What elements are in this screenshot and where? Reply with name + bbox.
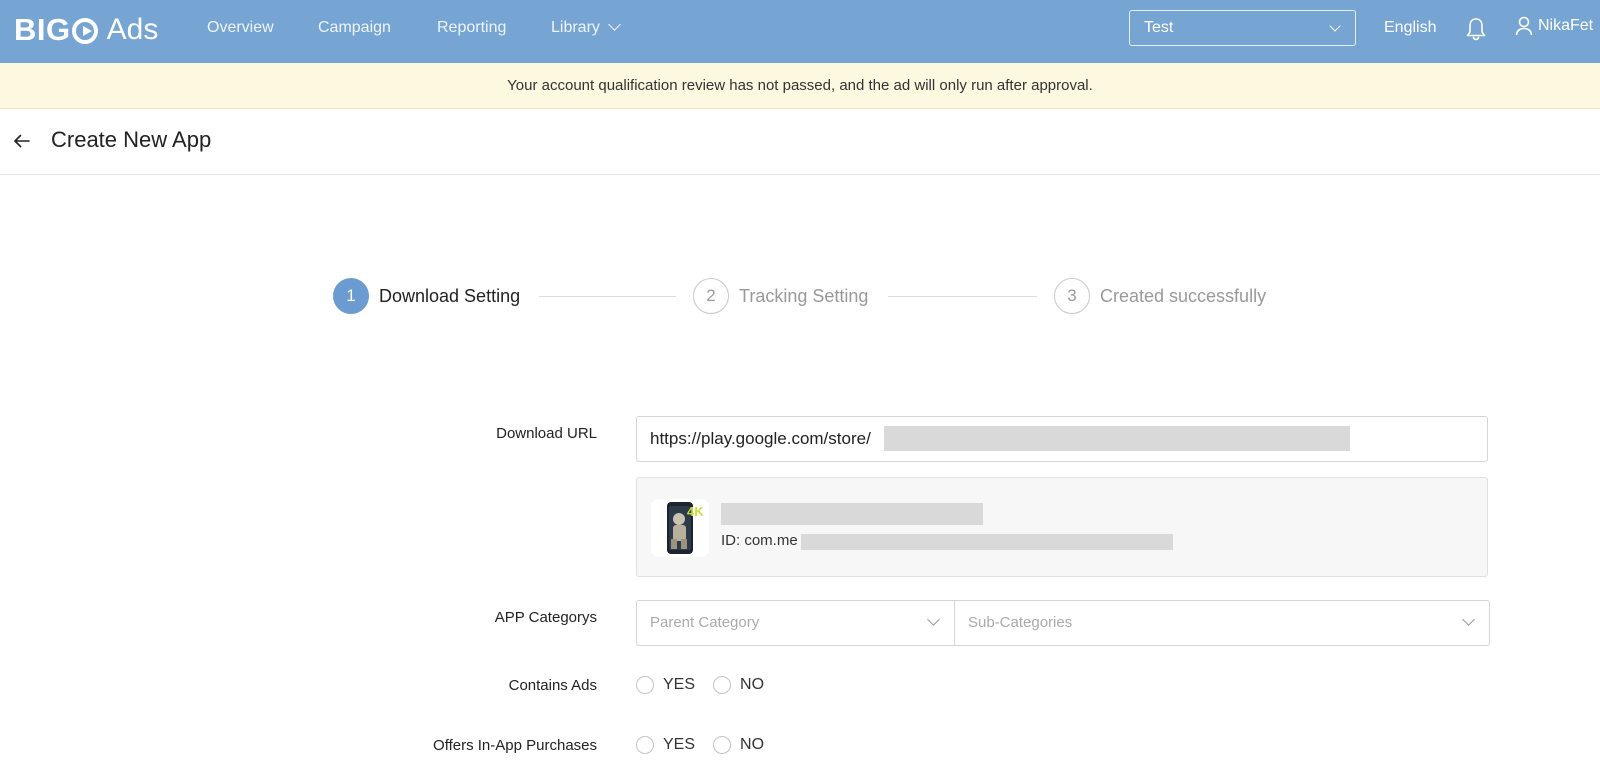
app-icon: 4K — [651, 499, 709, 557]
radio-circle — [713, 676, 732, 694]
logo-text-ads: Ads — [106, 13, 159, 46]
contains-ads-no-radio[interactable]: NO — [713, 676, 764, 694]
step-connector — [888, 296, 1037, 297]
step-tracking-setting: 2 Tracking Setting — [693, 278, 868, 314]
sub-categories-placeholder: Sub-Categories — [968, 614, 1073, 631]
chevron-down-icon — [1329, 20, 1341, 32]
app-categories-label: APP Categorys — [494, 609, 597, 626]
contains-ads-radio-group: YES NO — [636, 676, 782, 694]
app-preview-card: 4K ID: com.me — [636, 477, 1488, 577]
download-url-value: https://play.google.com/store/ — [650, 429, 871, 448]
bigo-ads-logo[interactable]: BIG Ads — [14, 10, 158, 50]
nav-campaign[interactable]: Campaign — [318, 19, 391, 37]
top-nav-bar: BIG Ads Overview Campaign Reporting Libra… — [0, 0, 1600, 63]
chevron-down-icon — [1462, 613, 1475, 626]
app-categories-select-group: Parent Category Sub-Categories — [636, 600, 1490, 646]
page-title: Create New App — [51, 127, 212, 152]
nav-reporting[interactable]: Reporting — [437, 19, 506, 37]
user-icon — [1515, 16, 1533, 36]
radio-label: YES — [663, 736, 696, 753]
step-number: 2 — [693, 278, 729, 314]
user-name: NikaFet — [1538, 17, 1594, 34]
bell-icon[interactable] — [1465, 16, 1487, 42]
sub-categories-select[interactable]: Sub-Categories — [955, 601, 1489, 645]
download-url-label: Download URL — [496, 425, 597, 442]
in-app-purchases-radio-group: YES NO — [636, 736, 782, 754]
radio-label: YES — [663, 676, 696, 693]
radio-circle — [713, 736, 732, 754]
back-arrow-icon[interactable] — [10, 129, 34, 153]
step-number: 3 — [1054, 278, 1090, 314]
step-connector — [539, 296, 676, 297]
chevron-down-icon — [927, 613, 940, 626]
logo-text-bigo: BIG — [14, 12, 71, 47]
qualification-notice: Your account qualification review has no… — [0, 63, 1600, 109]
nav-library[interactable]: Library — [551, 18, 621, 37]
language-switch[interactable]: English — [1384, 19, 1436, 37]
step-download-setting: 1 Download Setting — [333, 278, 520, 314]
account-select[interactable]: Test — [1129, 10, 1356, 46]
contains-ads-yes-radio[interactable]: YES — [636, 676, 695, 694]
step-number: 1 — [333, 278, 369, 314]
user-menu[interactable]: NikaFet — [1515, 16, 1593, 36]
account-select-value: Test — [1144, 19, 1174, 36]
radio-label: NO — [740, 676, 765, 693]
logo-play-icon — [71, 18, 98, 44]
redacted-url — [884, 426, 1350, 451]
svg-text:4K: 4K — [687, 504, 704, 519]
page-header: Create New App — [0, 109, 1600, 175]
nav-library-label: Library — [551, 19, 600, 36]
contains-ads-label: Contains Ads — [508, 677, 597, 694]
step-created-successfully: 3 Created successfully — [1054, 278, 1266, 314]
radio-circle — [636, 736, 654, 754]
in-app-purchases-yes-radio[interactable]: YES — [636, 736, 695, 754]
step-label: Download Setting — [379, 285, 521, 306]
parent-category-select[interactable]: Parent Category — [637, 601, 955, 645]
in-app-purchases-label: Offers In-App Purchases — [433, 737, 597, 754]
parent-category-placeholder: Parent Category — [650, 614, 760, 631]
radio-circle — [636, 676, 654, 694]
redacted-app-id — [801, 534, 1173, 550]
step-label: Tracking Setting — [739, 285, 869, 306]
chevron-down-icon — [608, 18, 621, 31]
step-label: Created successfully — [1100, 285, 1267, 306]
app-id: ID: com.me — [721, 532, 798, 549]
radio-label: NO — [740, 736, 765, 753]
nav-overview[interactable]: Overview — [207, 19, 274, 37]
redacted-app-name — [721, 503, 983, 525]
in-app-purchases-no-radio[interactable]: NO — [713, 736, 764, 754]
